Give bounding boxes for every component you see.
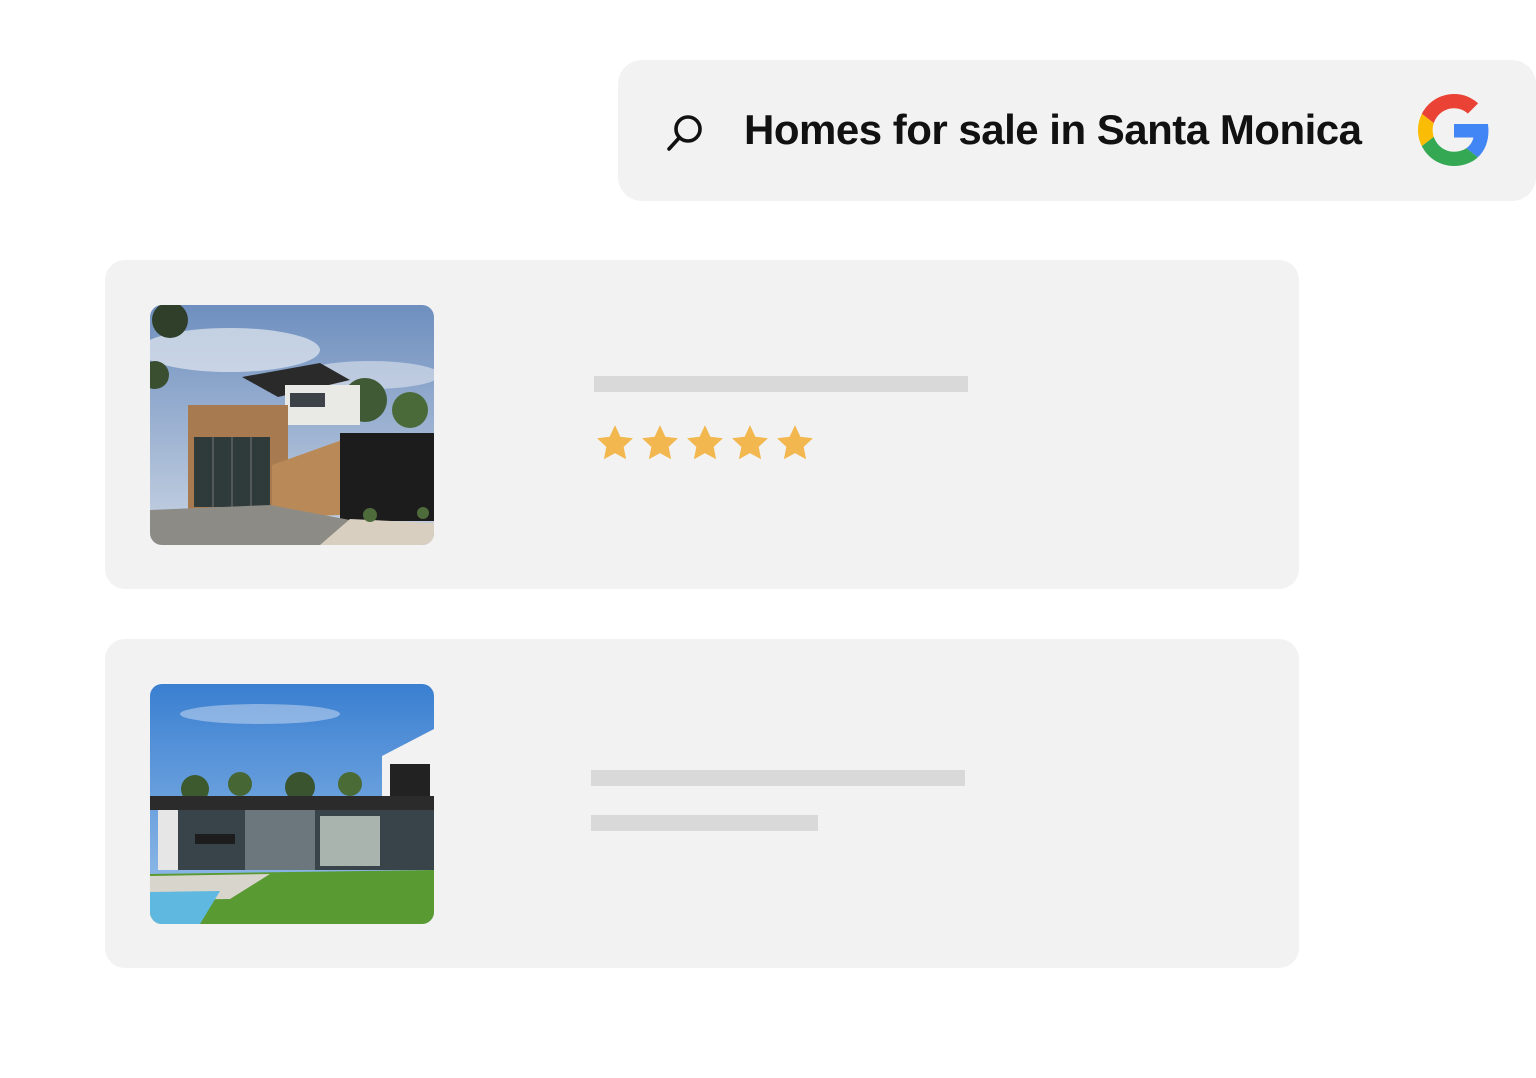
rating-stars [594, 422, 816, 466]
search-query-text[interactable]: Homes for sale in Santa Monica [744, 102, 1362, 158]
star-icon [732, 425, 768, 460]
title-placeholder [594, 376, 968, 392]
star-icon [597, 425, 633, 460]
google-logo-icon [1418, 94, 1489, 166]
house-photo-illustration [150, 305, 434, 545]
house-photo-illustration [150, 684, 434, 924]
search-icon[interactable] [664, 110, 708, 154]
star-icon [777, 425, 813, 460]
listing-photo[interactable] [150, 684, 434, 924]
listing-photo[interactable] [150, 305, 434, 545]
star-icon [642, 425, 678, 460]
star-icon [687, 425, 723, 460]
title-placeholder [591, 770, 965, 786]
subtitle-placeholder [591, 815, 818, 831]
